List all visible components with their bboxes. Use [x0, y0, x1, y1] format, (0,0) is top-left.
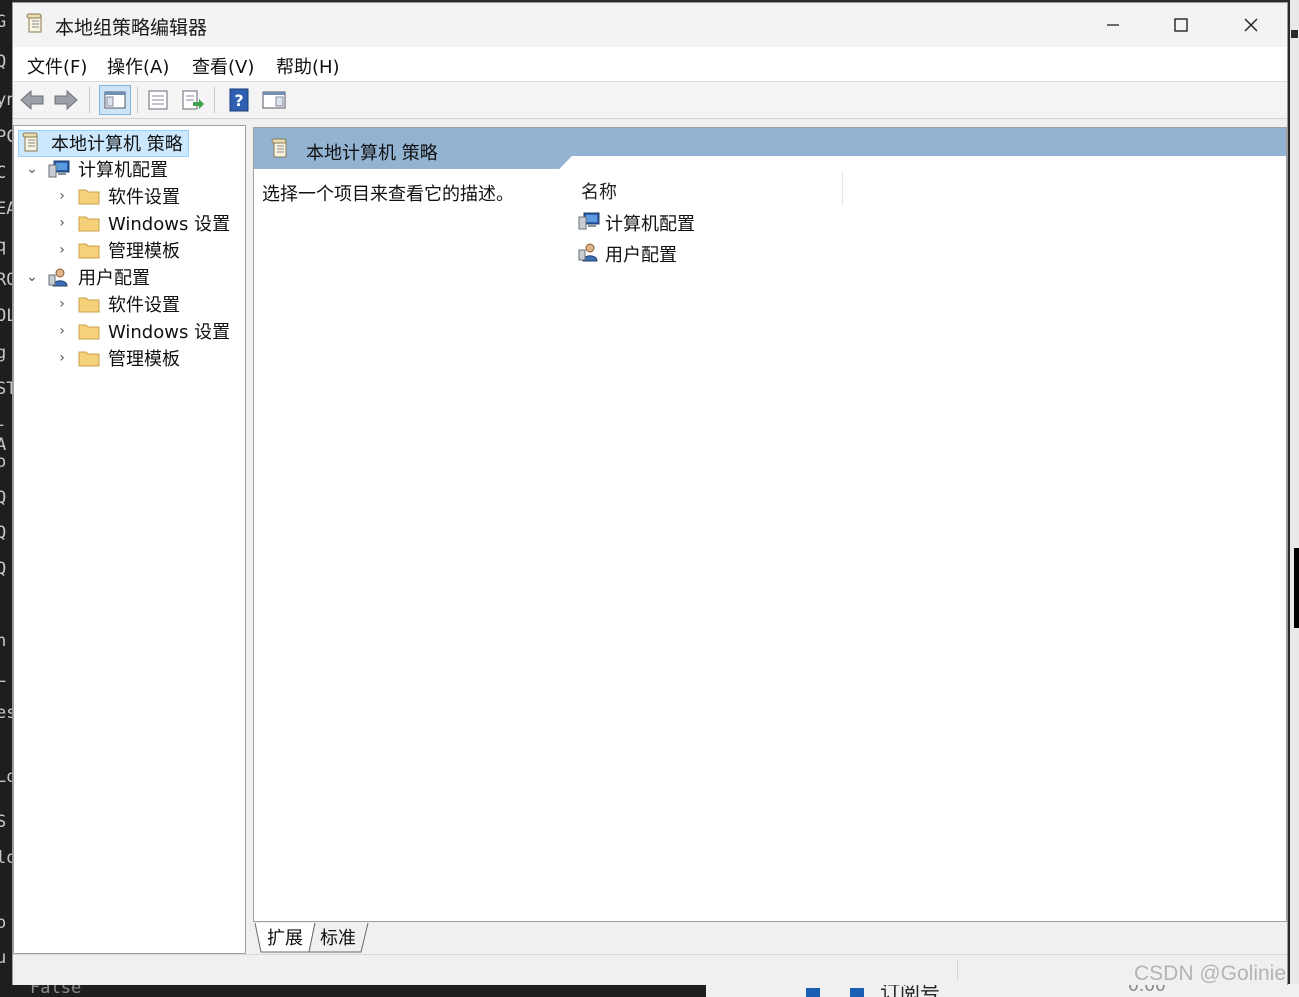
- background-subscribe-text: 订阅号: [880, 984, 940, 997]
- user-config-icon: [48, 267, 70, 287]
- tree-label: 用户配置: [78, 268, 150, 289]
- list-item-label: 计算机配置: [605, 214, 695, 235]
- minimize-button[interactable]: [1079, 3, 1147, 47]
- chevron-right-icon[interactable]: ›: [56, 296, 68, 312]
- list-item-computer-config[interactable]: 计算机配置: [578, 210, 695, 236]
- tab-extended[interactable]: 扩展: [263, 922, 307, 952]
- help-icon: ?: [229, 88, 249, 112]
- column-divider[interactable]: [842, 172, 843, 206]
- tree-item-software-settings[interactable]: › 软件设置: [56, 183, 180, 209]
- chevron-right-icon[interactable]: ›: [56, 242, 68, 258]
- tree-item-local-computer-policy[interactable]: 本地计算机 策略: [18, 129, 189, 157]
- status-separator: [957, 959, 958, 981]
- policy-scroll-icon: [21, 132, 43, 153]
- menu-view[interactable]: 查看(V): [192, 53, 254, 79]
- export-list-icon: [182, 90, 204, 110]
- toolbar: ?: [13, 82, 1287, 119]
- console-tree: 本地计算机 策略 ⌄ 计算机配置 › 软件设置 › Windows 设置 › 管…: [13, 125, 246, 954]
- tree-label: 管理模板: [108, 241, 180, 262]
- tree-label: 计算机配置: [78, 160, 168, 181]
- minimize-icon: [1107, 24, 1119, 26]
- toolbar-separator: [214, 87, 215, 113]
- computer-config-icon: [578, 211, 600, 235]
- folder-icon: [78, 348, 100, 368]
- list-item-label: 用户配置: [605, 245, 677, 266]
- computer-config-icon: [48, 159, 70, 179]
- folder-icon: [78, 321, 100, 341]
- close-button[interactable]: [1217, 3, 1285, 47]
- tree-item-admin-templates[interactable]: › 管理模板: [56, 237, 180, 263]
- window-title: 本地组策略编辑器: [55, 17, 208, 39]
- folder-icon: [78, 213, 100, 233]
- tree-item-admin-templates[interactable]: › 管理模板: [56, 345, 180, 371]
- help-button[interactable]: ?: [225, 86, 253, 114]
- tree-item-software-settings[interactable]: › 软件设置: [56, 291, 180, 317]
- back-button[interactable]: [18, 86, 46, 114]
- background-bottom-strip: False 订阅号 0.00: [0, 984, 1299, 997]
- folder-icon: [78, 186, 100, 206]
- maximize-button[interactable]: [1147, 3, 1215, 47]
- chevron-right-icon[interactable]: ›: [56, 323, 68, 339]
- close-icon: [1244, 18, 1258, 32]
- tree-label: Windows 设置: [108, 214, 231, 235]
- folder-icon: [78, 294, 100, 314]
- background-block: [806, 988, 820, 997]
- background-right-edge: [1290, 0, 1299, 997]
- tree-label: Windows 设置: [108, 322, 231, 343]
- show-hide-console-tree-button[interactable]: [99, 85, 131, 115]
- tree-item-user-config[interactable]: ⌄ 用户配置: [26, 264, 150, 290]
- details-pane: 本地计算机 策略 选择一个项目来查看它的描述。 名称 计算机配置 用户配置: [253, 127, 1287, 922]
- tab-standard[interactable]: 标准: [316, 922, 360, 952]
- tree-selection: 本地计算机 策略: [18, 129, 189, 157]
- show-hide-console-tree-icon: [104, 91, 126, 109]
- toolbar-separator: [137, 87, 138, 113]
- tree-label: 管理模板: [108, 349, 180, 370]
- user-config-icon: [578, 242, 600, 266]
- description-text: 选择一个项目来查看它的描述。: [262, 184, 514, 205]
- title-bar[interactable]: 本地组策略编辑器: [13, 3, 1287, 47]
- forward-arrow-icon: [54, 89, 78, 111]
- back-arrow-icon: [20, 89, 44, 111]
- tree-item-windows-settings[interactable]: › Windows 设置: [56, 210, 230, 236]
- menu-file[interactable]: 文件(F): [27, 53, 87, 79]
- menu-action[interactable]: 操作(A): [107, 53, 169, 79]
- show-hide-action-pane-button[interactable]: [260, 86, 288, 114]
- properties-button[interactable]: [144, 86, 172, 114]
- show-hide-action-pane-icon: [262, 91, 286, 109]
- watermark-text: CSDN @Golinie: [1134, 962, 1287, 985]
- tree-item-windows-settings[interactable]: › Windows 设置: [56, 318, 230, 344]
- properties-icon: [148, 90, 168, 110]
- policy-scroll-icon: [25, 13, 45, 39]
- column-header-name[interactable]: 名称: [581, 178, 617, 204]
- menu-help[interactable]: 帮助(H): [276, 53, 340, 79]
- status-bar: [13, 954, 1287, 985]
- gpedit-window: 本地组策略编辑器 文件(F) 操作(A) 查看(V) 帮助(H) ? 本地计算机…: [12, 2, 1288, 985]
- chevron-down-icon[interactable]: ⌄: [26, 269, 38, 285]
- background-editor-strip: GQyn PCCEA qROOL gST-A oQQ QnL esLoS loo…: [0, 0, 12, 997]
- tree-label: 软件设置: [108, 187, 180, 208]
- svg-text:?: ?: [234, 91, 243, 110]
- chevron-right-icon[interactable]: ›: [56, 215, 68, 231]
- details-header-title: 本地计算机 策略: [306, 143, 438, 164]
- folder-icon: [78, 240, 100, 260]
- export-list-button[interactable]: [179, 86, 207, 114]
- tree-label: 软件设置: [108, 295, 180, 316]
- view-tabs: 扩展 标准: [253, 922, 653, 954]
- chevron-down-icon[interactable]: ⌄: [26, 161, 38, 177]
- chevron-right-icon[interactable]: ›: [56, 188, 68, 204]
- background-block: [850, 988, 864, 997]
- policy-scroll-icon: [270, 138, 290, 164]
- toolbar-separator: [89, 87, 90, 113]
- tree-item-computer-config[interactable]: ⌄ 计算机配置: [26, 156, 168, 182]
- list-item-user-config[interactable]: 用户配置: [578, 241, 677, 267]
- tree-root-label: 本地计算机 策略: [51, 134, 183, 155]
- chevron-right-icon[interactable]: ›: [56, 350, 68, 366]
- background-code-text: False: [30, 984, 82, 997]
- menu-bar: 文件(F) 操作(A) 查看(V) 帮助(H): [13, 47, 1287, 82]
- maximize-icon: [1174, 18, 1188, 32]
- forward-button[interactable]: [52, 86, 80, 114]
